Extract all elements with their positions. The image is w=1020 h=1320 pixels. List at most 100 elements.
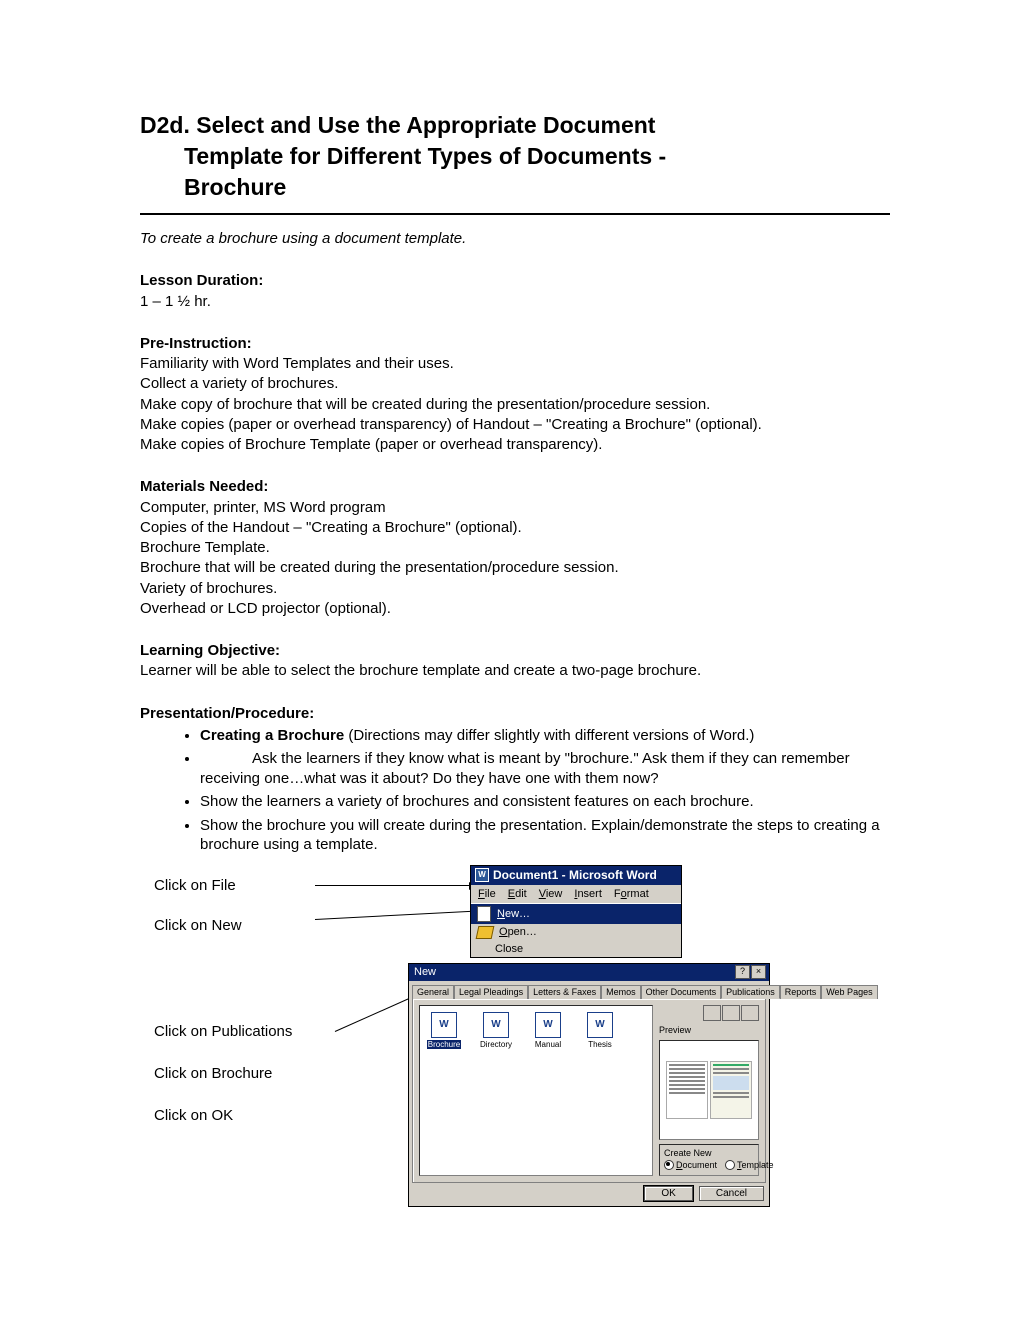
word-app-icon: W bbox=[475, 868, 489, 882]
dialog-body: W Brochure W Directory W Manual W Thesis bbox=[412, 998, 766, 1183]
step-click-brochure: Click on Brochure bbox=[154, 1065, 272, 1082]
word-template-icon: W bbox=[431, 1012, 457, 1038]
create-new-group: Create New Document Template bbox=[659, 1144, 759, 1176]
template-label: Directory bbox=[479, 1040, 513, 1049]
view-list-button[interactable] bbox=[722, 1005, 740, 1021]
new-dialog: New ? × General Legal Pleadings Letters … bbox=[408, 963, 770, 1207]
dialog-side-panel: Preview bbox=[659, 1005, 759, 1176]
menu-item-new-label: New… bbox=[497, 908, 530, 920]
create-new-label: Create New bbox=[664, 1148, 754, 1158]
menu-insert[interactable]: Insert bbox=[569, 887, 607, 901]
preinstruction-line: Collect a variety of brochures. bbox=[140, 374, 890, 394]
word-titlebar: W Document1 - Microsoft Word bbox=[471, 866, 681, 885]
menu-item-close[interactable]: Close bbox=[471, 941, 681, 957]
materials-line: Brochure that will be created during the… bbox=[140, 558, 890, 578]
materials-line: Computer, printer, MS Word program bbox=[140, 498, 890, 518]
view-mode-buttons bbox=[659, 1005, 759, 1021]
template-thesis[interactable]: W Thesis bbox=[580, 1012, 620, 1049]
tab-memos[interactable]: Memos bbox=[601, 985, 641, 999]
preinstruction-heading: Pre-Instruction: bbox=[140, 334, 890, 354]
template-list: W Brochure W Directory W Manual W Thesis bbox=[419, 1005, 653, 1176]
page-title: D2d. Select and Use the Appropriate Docu… bbox=[140, 110, 890, 203]
file-menu-dropdown: New… Open… Close bbox=[471, 903, 681, 957]
dialog-title-text: New bbox=[414, 966, 436, 978]
step-click-new: Click on New bbox=[154, 917, 242, 934]
menu-item-open[interactable]: Open… bbox=[471, 924, 681, 941]
template-directory[interactable]: W Directory bbox=[476, 1012, 516, 1049]
procedure-item-rest: Ask the learners if they know what is me… bbox=[200, 750, 850, 787]
step-click-publications: Click on Publications bbox=[154, 1023, 292, 1040]
tab-general[interactable]: General bbox=[412, 985, 454, 999]
title-line-3: Brochure bbox=[140, 172, 890, 203]
ok-button[interactable]: OK bbox=[644, 1186, 692, 1201]
title-line-1: D2d. Select and Use the Appropriate Docu… bbox=[140, 112, 655, 138]
cancel-button[interactable]: Cancel bbox=[699, 1186, 764, 1201]
arrow-icon bbox=[315, 885, 475, 886]
dialog-tabs: General Legal Pleadings Letters & Faxes … bbox=[409, 981, 769, 998]
menu-edit[interactable]: Edit bbox=[503, 887, 532, 901]
materials-line: Variety of brochures. bbox=[140, 579, 890, 599]
tab-web-pages[interactable]: Web Pages bbox=[821, 985, 877, 999]
procedure-item: Show the learners a variety of brochures… bbox=[200, 792, 890, 812]
menu-file[interactable]: File bbox=[473, 887, 501, 901]
step-click-file: Click on File bbox=[154, 877, 236, 894]
tab-letters-faxes[interactable]: Letters & Faxes bbox=[528, 985, 601, 999]
materials-line: Overhead or LCD projector (optional). bbox=[140, 599, 890, 619]
screenshot-area: Click on File Click on New Click on Publ… bbox=[140, 865, 890, 1265]
radio-icon bbox=[664, 1160, 674, 1170]
menu-format[interactable]: Format bbox=[609, 887, 654, 901]
title-line-2: Template for Different Types of Document… bbox=[140, 141, 890, 172]
radio-template[interactable]: Template bbox=[725, 1160, 774, 1170]
procedure-item: Creating a Brochure (Directions may diff… bbox=[200, 726, 890, 746]
template-label: Brochure bbox=[427, 1040, 461, 1049]
open-file-icon bbox=[476, 926, 495, 939]
menu-item-new[interactable]: New… bbox=[471, 904, 681, 924]
word-template-icon: W bbox=[535, 1012, 561, 1038]
preview-box bbox=[659, 1040, 759, 1140]
preinstruction-line: Make copy of brochure that will be creat… bbox=[140, 395, 890, 415]
template-brochure[interactable]: W Brochure bbox=[424, 1012, 464, 1049]
intro-text: To create a brochure using a document te… bbox=[140, 229, 890, 249]
menu-item-close-label: Close bbox=[495, 943, 523, 955]
procedure-item-rest: Show the learners a variety of brochures… bbox=[200, 793, 754, 810]
lesson-duration-text: 1 – 1 ½ hr. bbox=[140, 292, 890, 312]
view-large-icons-button[interactable] bbox=[703, 1005, 721, 1021]
lesson-duration-heading: Lesson Duration: bbox=[140, 271, 890, 291]
menu-view[interactable]: View bbox=[534, 887, 568, 901]
step-click-ok: Click on OK bbox=[154, 1107, 233, 1124]
procedure-list: Creating a Brochure (Directions may diff… bbox=[140, 726, 890, 855]
procedure-heading: Presentation/Procedure: bbox=[140, 704, 890, 724]
title-rule bbox=[140, 213, 890, 215]
tab-legal-pleadings[interactable]: Legal Pleadings bbox=[454, 985, 528, 999]
materials-heading: Materials Needed: bbox=[140, 477, 890, 497]
preinstruction-line: Make copies (paper or overhead transpare… bbox=[140, 415, 890, 435]
help-button[interactable]: ? bbox=[735, 965, 750, 979]
procedure-item: Show the brochure you will create during… bbox=[200, 816, 890, 855]
tab-other-documents[interactable]: Other Documents bbox=[641, 985, 722, 999]
procedure-item-rest: (Directions may differ slightly with dif… bbox=[344, 727, 754, 744]
tab-reports[interactable]: Reports bbox=[780, 985, 822, 999]
word-template-icon: W bbox=[587, 1012, 613, 1038]
tab-publications[interactable]: Publications bbox=[721, 985, 780, 999]
preview-page-right bbox=[710, 1061, 752, 1119]
document-page: D2d. Select and Use the Appropriate Docu… bbox=[0, 0, 1020, 1320]
word-window: W Document1 - Microsoft Word File Edit V… bbox=[470, 865, 682, 958]
arrow-icon bbox=[315, 910, 490, 920]
dialog-buttons: OK Cancel bbox=[409, 1186, 769, 1206]
radio-icon bbox=[725, 1160, 735, 1170]
radio-document[interactable]: Document bbox=[664, 1160, 717, 1170]
arrow-icon bbox=[335, 994, 418, 1032]
view-details-button[interactable] bbox=[741, 1005, 759, 1021]
word-menubar: File Edit View Insert Format bbox=[471, 885, 681, 903]
procedure-item-rest: Show the brochure you will create during… bbox=[200, 817, 880, 854]
procedure-item-bold: Creating a Brochure bbox=[200, 727, 344, 744]
close-button[interactable]: × bbox=[751, 965, 766, 979]
procedure-item: Ask the learners if they know what is me… bbox=[200, 749, 890, 788]
radio-template-label: Template bbox=[737, 1160, 774, 1170]
template-label: Thesis bbox=[587, 1040, 613, 1049]
new-file-icon bbox=[477, 906, 491, 922]
materials-line: Copies of the Handout – "Creating a Broc… bbox=[140, 518, 890, 538]
dialog-titlebar: New ? × bbox=[409, 964, 769, 981]
template-manual[interactable]: W Manual bbox=[528, 1012, 568, 1049]
word-template-icon: W bbox=[483, 1012, 509, 1038]
